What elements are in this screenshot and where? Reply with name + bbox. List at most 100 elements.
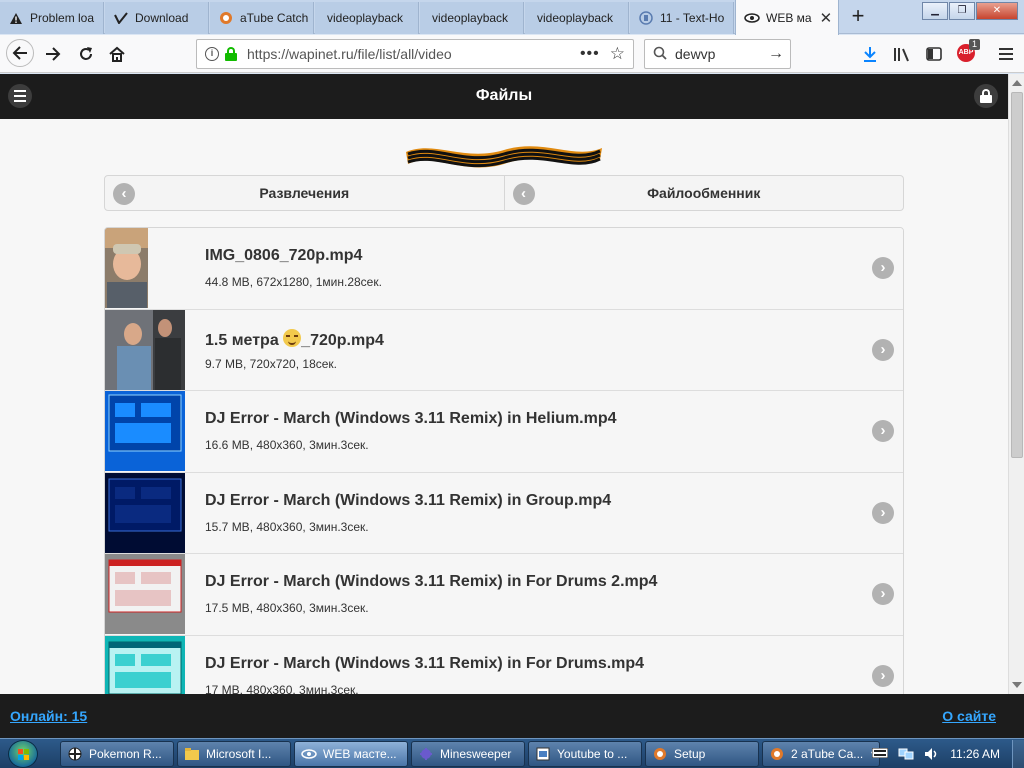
scroll-thumb[interactable] (1011, 92, 1023, 458)
chevron-right-icon[interactable]: › (872, 420, 894, 442)
taskbar-item-active[interactable]: WEB масте... (294, 741, 408, 767)
taskbar-item[interactable]: Minesweeper (411, 741, 525, 767)
file-meta: 16.6 MB, 480x360, 3мин.3сек. (205, 438, 369, 452)
url-bar[interactable]: i https://wapinet.ru/file/list/all/video… (196, 39, 634, 69)
volume-icon[interactable] (924, 747, 940, 761)
browser-tab[interactable]: aTube Catch (210, 2, 314, 34)
browser-tab[interactable]: Problem loa (0, 2, 104, 34)
browser-tab-active[interactable]: WEB ма ✕ (735, 0, 839, 35)
library-button[interactable] (891, 43, 913, 65)
reload-button[interactable] (73, 41, 99, 67)
minimize-button[interactable]: ▁ (922, 2, 948, 20)
video-thumbnail (105, 309, 185, 390)
close-window-button[interactable]: ✕ (976, 2, 1018, 20)
scroll-down-icon[interactable] (1012, 682, 1022, 688)
file-name[interactable]: DJ Error - March (Windows 3.11 Remix) in… (205, 492, 611, 510)
chevron-right-icon[interactable]: › (872, 583, 894, 605)
arrow-left-circle-icon: ‹ (512, 183, 535, 205)
site-footer: Онлайн: 15 О сайте (0, 694, 1024, 738)
taskbar-item[interactable]: 2 aTube Ca... ▼ (762, 741, 880, 767)
list-item[interactable]: DJ Error - March (Windows 3.11 Remix) in… (105, 391, 903, 473)
breadcrumb-item[interactable]: ‹ Файлообменник (504, 175, 904, 211)
chevron-right-icon[interactable]: › (872, 664, 894, 687)
browser-tab[interactable]: 11 - Text-Ho (630, 2, 734, 34)
file-name[interactable]: DJ Error - March (Windows 3.11 Remix) in… (205, 655, 644, 673)
tab-title: WEB ма (766, 10, 812, 25)
file-name[interactable]: DJ Error - March (Windows 3.11 Remix) in… (205, 410, 617, 428)
maximize-button[interactable]: ❐ (949, 2, 975, 20)
tab-title: Download (135, 11, 189, 25)
online-count-link[interactable]: Онлайн: 15 (10, 708, 87, 724)
start-button[interactable] (8, 740, 38, 768)
page-scrollbar[interactable] (1008, 74, 1024, 694)
atube-icon (218, 10, 234, 26)
menu-button[interactable] (995, 43, 1017, 65)
file-meta: 44.8 MB, 672x1280, 1мин.28сек. (205, 275, 382, 289)
mine-icon (418, 746, 434, 762)
windows-taskbar: Pokemon R... Microsoft I... WEB масте...… (0, 738, 1024, 768)
list-item[interactable]: 1.5 метра _720p.mp4 9.7 MB, 720x720, 18с… (105, 309, 903, 391)
chevron-right-icon[interactable]: › (872, 501, 894, 524)
browser-tab[interactable]: videoplayback (525, 2, 629, 34)
new-tab-button[interactable]: + (848, 5, 868, 27)
forward-button[interactable] (40, 41, 66, 67)
bookmark-star-icon[interactable]: ☆ (610, 44, 625, 64)
eye-icon (301, 746, 317, 762)
browser-tab[interactable]: videoplayback (315, 2, 419, 34)
file-meta: 17.5 MB, 480x360, 3мин.3сек. (205, 601, 369, 615)
file-list: IMG_0806_720p.mp4 44.8 MB, 672x1280, 1ми… (104, 227, 904, 694)
atube-icon (769, 746, 785, 762)
list-item[interactable]: DJ Error - March (Windows 3.11 Remix) in… (105, 472, 903, 554)
search-input[interactable]: dewvp (675, 46, 768, 62)
eye-icon (744, 10, 760, 26)
taskbar-item[interactable]: Youtube to ... (528, 741, 642, 767)
page-actions-icon[interactable]: ••• (580, 45, 600, 63)
taskbar-item[interactable]: Pokemon R... (60, 741, 174, 767)
taskbar-item[interactable]: Setup (645, 741, 759, 767)
network-icon[interactable] (898, 747, 914, 761)
tab-title: videoplayback (432, 11, 509, 25)
taskbar-item-label: Youtube to ... (557, 747, 628, 761)
lock-icon[interactable] (974, 84, 998, 108)
list-item[interactable]: DJ Error - March (Windows 3.11 Remix) in… (105, 635, 903, 694)
back-button[interactable] (6, 39, 34, 67)
chevron-right-icon[interactable]: › (872, 257, 894, 279)
file-name[interactable]: 1.5 метра _720p.mp4 (205, 328, 384, 350)
keyboard-icon[interactable] (871, 747, 889, 761)
list-item[interactable]: DJ Error - March (Windows 3.11 Remix) in… (105, 554, 903, 636)
video-thumbnail (105, 391, 185, 471)
search-go-icon[interactable]: → (768, 45, 784, 63)
page-title: Файлы (475, 87, 533, 104)
search-box[interactable]: dewvp → (644, 39, 791, 69)
downloads-button[interactable] (859, 43, 881, 65)
list-item[interactable]: IMG_0806_720p.mp4 44.8 MB, 672x1280, 1ми… (105, 228, 903, 310)
atube-icon (652, 746, 668, 762)
file-name[interactable]: IMG_0806_720p.mp4 (205, 247, 362, 265)
browser-tab[interactable]: Download (105, 2, 209, 34)
vimeo-icon (113, 10, 129, 26)
url-text[interactable]: https://wapinet.ru/file/list/all/video (247, 46, 580, 62)
secure-lock-icon (225, 47, 237, 61)
about-link[interactable]: О сайте (942, 708, 996, 724)
page-icon (638, 10, 654, 26)
video-thumbnail (105, 635, 185, 694)
browser-tab[interactable]: videoplayback (420, 2, 524, 34)
taskbar-item-label: Minesweeper (440, 747, 512, 761)
home-button[interactable] (104, 41, 130, 67)
info-icon[interactable]: i (205, 47, 219, 61)
taskbar-item[interactable]: Microsoft I... (177, 741, 291, 767)
close-tab-icon[interactable]: ✕ (820, 9, 833, 27)
chevron-right-icon[interactable]: › (872, 338, 894, 361)
video-thumbnail (105, 472, 185, 553)
file-name[interactable]: DJ Error - March (Windows 3.11 Remix) in… (205, 573, 657, 591)
sidebar-button[interactable] (923, 43, 945, 65)
scroll-up-icon[interactable] (1012, 80, 1022, 86)
file-meta: 15.7 MB, 480x360, 3мин.3сек. (205, 519, 369, 534)
tab-title: videoplayback (327, 11, 404, 25)
breadcrumb-item[interactable]: ‹ Развлечения (104, 175, 505, 211)
taskbar-item-label: 2 aTube Ca... (791, 747, 864, 761)
breadcrumb: ‹ Развлечения ‹ Файлообменник (104, 175, 904, 211)
show-desktop-button[interactable] (1012, 740, 1024, 768)
system-clock[interactable]: 11:26 AM (950, 747, 1000, 761)
arrow-left-icon (12, 46, 27, 60)
